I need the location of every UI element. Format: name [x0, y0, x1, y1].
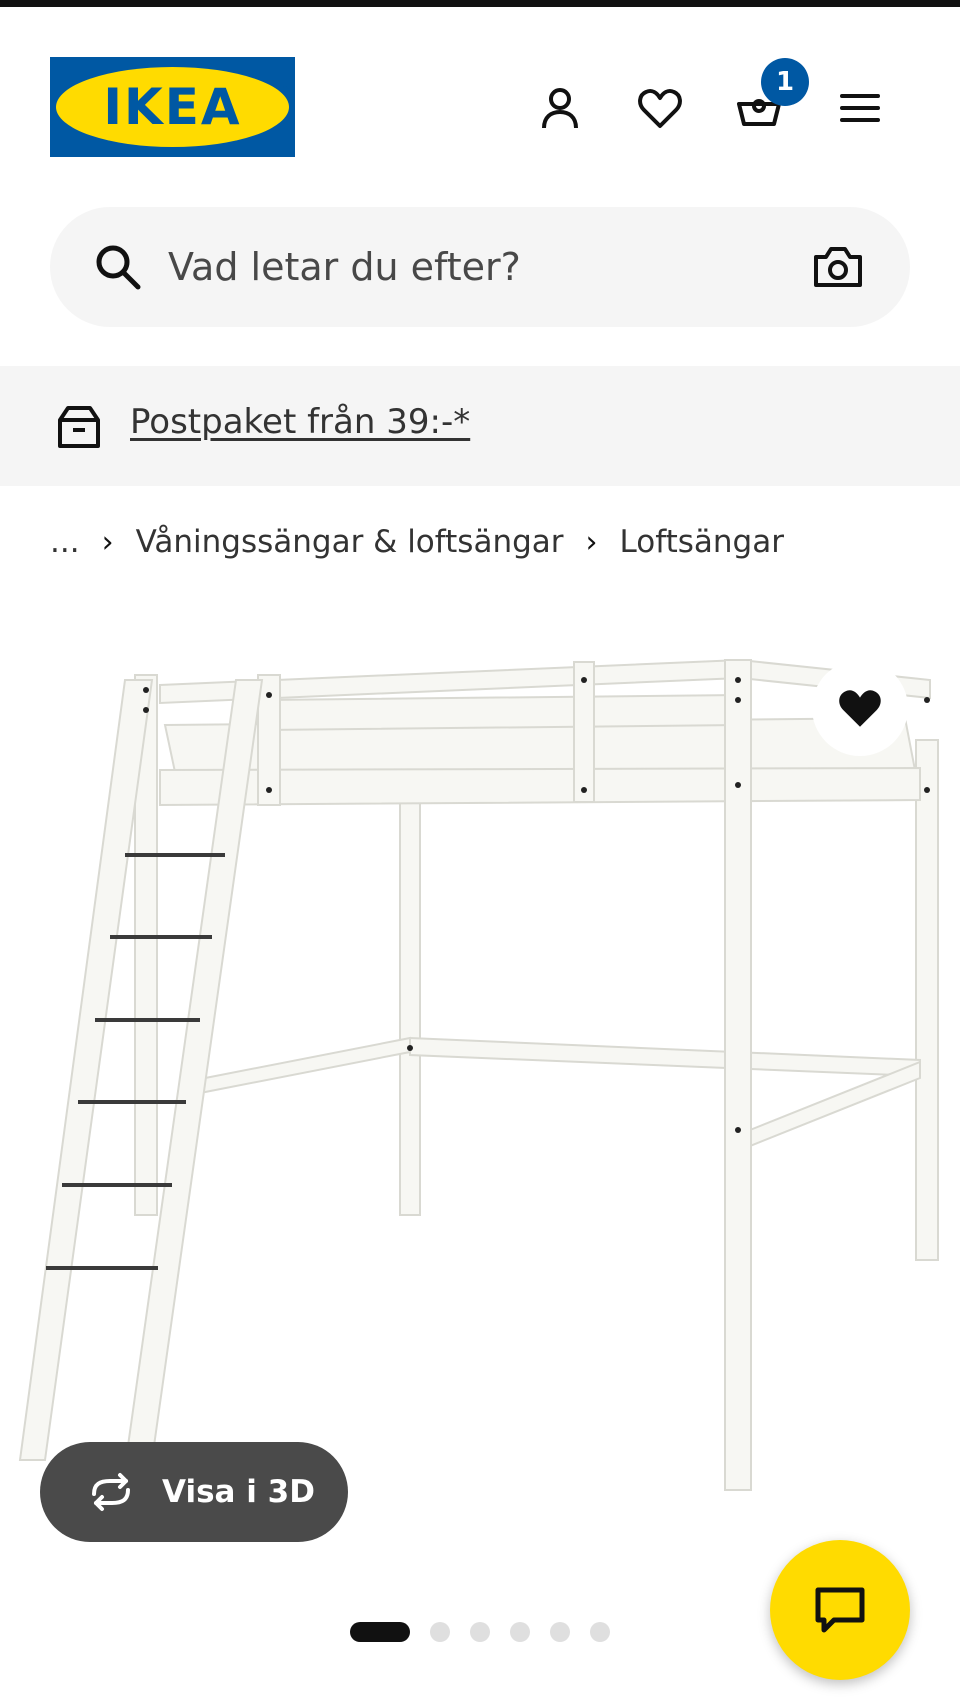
product-image[interactable]	[0, 600, 960, 1540]
logo-text: IKEA	[103, 78, 242, 136]
breadcrumb-ellipsis[interactable]: ...	[50, 524, 80, 560]
chat-button[interactable]	[770, 1540, 910, 1680]
carousel-dot-active[interactable]	[350, 1622, 410, 1642]
heart-icon	[638, 88, 682, 128]
status-bar-edge	[0, 0, 960, 7]
chevron-right-icon: ›	[101, 524, 114, 560]
search-bar[interactable]	[50, 207, 910, 327]
carousel-dot[interactable]	[430, 1622, 450, 1642]
carousel-dot[interactable]	[550, 1622, 570, 1642]
user-icon	[542, 88, 578, 129]
logo-registered-mark: ®	[280, 85, 290, 96]
menu-button[interactable]	[827, 75, 893, 141]
loft-bed-image	[18, 658, 939, 1491]
menu-icon	[840, 94, 880, 122]
favourites-button[interactable]	[627, 75, 693, 141]
account-button[interactable]	[527, 75, 593, 141]
search-input[interactable]	[168, 235, 748, 299]
view-in-3d-button[interactable]: Visa i 3D	[40, 1442, 348, 1542]
chevron-right-icon: ›	[585, 524, 598, 560]
promo-link[interactable]: Postpaket från 39:-*	[130, 402, 470, 442]
carousel-dot[interactable]	[590, 1622, 610, 1642]
breadcrumb-item-loft-beds[interactable]: Loftsängar	[620, 524, 784, 560]
promo-banner: Postpaket från 39:-*	[0, 366, 960, 486]
ikea-logo[interactable]: IKEA ®	[50, 57, 295, 157]
parcel-box-icon	[58, 406, 100, 448]
search-icon	[96, 245, 141, 290]
breadcrumb-item-bunk-loft-beds[interactable]: Våningssängar & loftsängar	[136, 524, 564, 560]
cart-count-badge: 1	[761, 58, 809, 106]
carousel-dot[interactable]	[470, 1622, 490, 1642]
heart-filled-icon	[839, 690, 881, 727]
image-carousel-indicator	[350, 1622, 610, 1642]
rotate-3d-icon	[92, 1473, 130, 1511]
breadcrumb: ... › Våningssängar & loftsängar › Lofts…	[50, 520, 784, 564]
chat-bubble-icon	[815, 1587, 865, 1633]
camera-search-icon[interactable]	[810, 239, 866, 295]
add-to-favourites-button[interactable]	[812, 660, 908, 756]
carousel-dot[interactable]	[510, 1622, 530, 1642]
view-in-3d-label: Visa i 3D	[162, 1474, 315, 1510]
